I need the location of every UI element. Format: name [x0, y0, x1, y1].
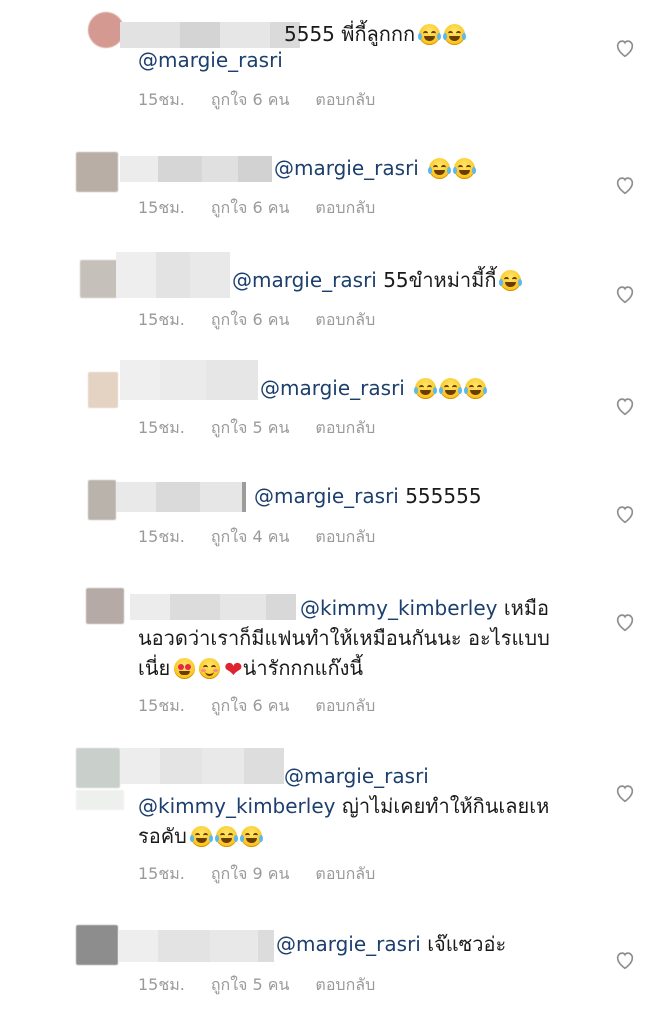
red-heart-emoji-icon: ❤ — [224, 658, 243, 683]
username-blurred[interactable] — [120, 748, 284, 784]
username-blurred[interactable] — [120, 22, 300, 48]
comment-text-line3: เนี่ย ❤น่ารักกกแก๊งนี้ — [138, 656, 364, 683]
mention-link[interactable]: @margie_rasri — [284, 762, 429, 791]
likes-count[interactable]: ถูกใจ 6 คน — [211, 694, 290, 719]
like-heart-icon[interactable] — [614, 37, 636, 59]
likes-count[interactable]: ถูกใจ 6 คน — [211, 308, 290, 333]
reply-button[interactable]: ตอบกลับ — [315, 196, 375, 221]
username-blurred[interactable] — [120, 156, 272, 182]
comment-text: @margie_rasri 555555 — [254, 482, 482, 511]
avatar[interactable] — [76, 748, 120, 788]
reply-button[interactable]: ตอบกลับ — [315, 416, 375, 441]
comment-text: 5555 พี่กี้ลูกกก — [284, 20, 467, 49]
avatar-bottom — [76, 790, 124, 810]
comment-time: 15ชม. — [138, 418, 185, 437]
comment-meta: 15ชม. ถูกใจ 6 คน ตอบกลับ — [138, 88, 375, 113]
comment-meta: 15ชม. ถูกใจ 4 คน ตอบกลับ — [138, 525, 375, 550]
mention-link[interactable]: @kimmy_kimberley — [300, 596, 497, 620]
username-blurred[interactable] — [120, 360, 258, 400]
likes-count[interactable]: ถูกใจ 5 คน — [211, 416, 290, 441]
mention-link[interactable]: @margie_rasri — [232, 268, 377, 292]
comment-meta: 15ชม. ถูกใจ 6 คน ตอบกลับ — [138, 196, 375, 221]
comment-text-line3: รอคับ — [138, 822, 263, 851]
username-blurred[interactable] — [116, 252, 230, 298]
mention-link[interactable]: @margie_rasri — [276, 932, 421, 956]
like-heart-icon[interactable] — [614, 782, 636, 804]
mention-link-2[interactable]: @kimmy_kimberley — [138, 794, 335, 818]
smiling-face-emoji-icon — [199, 658, 221, 679]
like-heart-icon[interactable] — [614, 949, 636, 971]
likes-count[interactable]: ถูกใจ 4 คน — [211, 525, 290, 550]
comment-body: 5555 พี่กี้ลูกกก — [284, 22, 416, 46]
avatar[interactable] — [88, 372, 118, 408]
comment-text: @margie_rasri เจ๊แซวอ่ะ — [276, 930, 506, 959]
comment-text-line2: นอวดว่าเราก็มีแฟนทำให้เหมือนกันนะ อะไรแบ… — [138, 626, 550, 650]
likes-count[interactable]: ถูกใจ 6 คน — [211, 196, 290, 221]
reply-button[interactable]: ตอบกลับ — [315, 694, 375, 719]
tears-of-joy-emoji-icon — [439, 378, 463, 399]
heart-eyes-emoji-icon — [174, 658, 196, 679]
avatar[interactable] — [76, 925, 118, 965]
avatar[interactable] — [88, 480, 116, 520]
avatar[interactable] — [86, 588, 124, 624]
comment-body: 555555 — [405, 484, 482, 508]
comment-time: 15ชม. — [138, 527, 185, 546]
tears-of-joy-emoji-icon — [239, 826, 263, 847]
comment-meta: 15ชม. ถูกใจ 6 คน ตอบกลับ — [138, 308, 375, 333]
avatar[interactable] — [76, 152, 118, 192]
comment-text: @margie_rasri 55ขำหม่ามี้กี้ — [232, 266, 523, 295]
comment-time: 15ชม. — [138, 975, 185, 994]
comment-text: @margie_rasri — [260, 374, 488, 403]
comment-time: 15ชม. — [138, 864, 185, 883]
tears-of-joy-emoji-icon — [464, 378, 488, 399]
comment-meta: 15ชม. ถูกใจ 5 คน ตอบกลับ — [138, 416, 375, 441]
avatar[interactable] — [80, 260, 118, 298]
reply-button[interactable]: ตอบกลับ — [315, 862, 375, 887]
comment-body: เจ๊แซวอ่ะ — [427, 932, 507, 956]
tears-of-joy-emoji-icon — [214, 826, 238, 847]
mention-link[interactable]: @margie_rasri — [260, 376, 405, 400]
mention-link[interactable]: @margie_rasri — [138, 46, 283, 75]
like-heart-icon[interactable] — [614, 503, 636, 525]
reply-button[interactable]: ตอบกลับ — [315, 525, 375, 550]
comment-text-line1: @kimmy_kimberley เหมือ — [300, 594, 549, 623]
username-blurred[interactable] — [116, 482, 246, 512]
username-blurred[interactable] — [118, 930, 274, 962]
tears-of-joy-emoji-icon — [453, 158, 477, 179]
likes-count[interactable]: ถูกใจ 5 คน — [211, 973, 290, 998]
avatar[interactable] — [88, 12, 124, 48]
reply-button[interactable]: ตอบกลับ — [315, 973, 375, 998]
comment-time: 15ชม. — [138, 310, 185, 329]
tears-of-joy-emoji-icon — [418, 24, 442, 45]
comment-meta: 15ชม. ถูกใจ 5 คน ตอบกลับ — [138, 973, 375, 998]
tears-of-joy-emoji-icon — [443, 24, 467, 45]
like-heart-icon[interactable] — [614, 395, 636, 417]
reply-button[interactable]: ตอบกลับ — [315, 308, 375, 333]
comment-time: 15ชม. — [138, 90, 185, 109]
comment-text-line2: @kimmy_kimberley ญ่าไม่เคยทำให้กินเลยเห — [138, 794, 550, 818]
username-blurred[interactable] — [130, 594, 296, 620]
comment-time: 15ชม. — [138, 696, 185, 715]
mention-link[interactable]: @margie_rasri — [254, 484, 399, 508]
comment-meta: 15ชม. ถูกใจ 6 คน ตอบกลับ — [138, 694, 375, 719]
comment-time: 15ชม. — [138, 198, 185, 217]
comment-body: เหมือ — [503, 596, 550, 620]
like-heart-icon[interactable] — [614, 611, 636, 633]
tears-of-joy-emoji-icon — [499, 270, 523, 291]
likes-count[interactable]: ถูกใจ 9 คน — [211, 862, 290, 887]
like-heart-icon[interactable] — [614, 283, 636, 305]
tears-of-joy-emoji-icon — [189, 826, 213, 847]
mention-link[interactable]: @margie_rasri — [274, 156, 419, 180]
likes-count[interactable]: ถูกใจ 6 คน — [211, 88, 290, 113]
comment-meta: 15ชม. ถูกใจ 9 คน ตอบกลับ — [138, 862, 375, 887]
tears-of-joy-emoji-icon — [428, 158, 452, 179]
comment-text: @margie_rasri — [274, 154, 477, 183]
comment-body: 55ขำหม่ามี้กี้ — [383, 268, 497, 292]
tears-of-joy-emoji-icon — [414, 378, 438, 399]
reply-button[interactable]: ตอบกลับ — [315, 88, 375, 113]
like-heart-icon[interactable] — [614, 174, 636, 196]
